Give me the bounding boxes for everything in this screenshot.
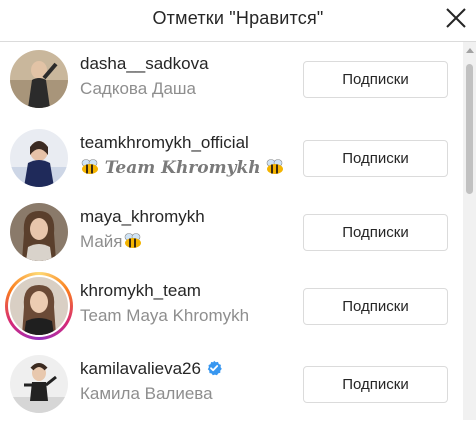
following-button[interactable]: Подписки <box>303 288 448 325</box>
full-name-text: Майя <box>80 232 123 251</box>
following-button[interactable]: Подписки <box>303 61 448 98</box>
bee-icon <box>267 159 284 174</box>
full-name: Майя <box>80 232 143 252</box>
scrollbar-thumb[interactable] <box>466 64 473 194</box>
full-name: Садкова Даша <box>80 79 197 98</box>
avatar[interactable] <box>10 277 68 335</box>
avatar[interactable] <box>10 50 68 108</box>
scroll-up-arrow-icon[interactable] <box>466 48 474 53</box>
list-item[interactable]: kamilavalieva26 Камила Валиева Подписки <box>0 347 462 421</box>
avatar[interactable] <box>10 129 68 187</box>
list-item[interactable]: dasha__sadkova Садкова Даша Подписки <box>0 42 462 116</box>
list-item[interactable]: teamkhromykh_official Team Khromykh Подп… <box>0 121 462 195</box>
username[interactable]: teamkhromykh_official <box>80 133 249 153</box>
full-name-text: Team Khromykh <box>104 158 261 178</box>
full-name: Team Maya Khromykh <box>80 306 250 325</box>
full-name: Камила Валиева <box>80 384 213 403</box>
likes-list: dasha__sadkova Садкова Даша Подписки tea… <box>0 42 462 420</box>
close-icon[interactable] <box>441 4 471 34</box>
username[interactable]: kamilavalieva26 <box>80 359 222 379</box>
scrollbar[interactable] <box>463 42 476 420</box>
username[interactable]: maya_khromykh <box>80 207 205 227</box>
avatar[interactable] <box>10 203 68 261</box>
following-button[interactable]: Подписки <box>303 140 448 177</box>
avatar[interactable] <box>10 355 68 413</box>
list-item[interactable]: maya_khromykh Майя Подписки <box>0 195 462 269</box>
bee-icon <box>124 233 141 248</box>
username[interactable]: khromykh_team <box>80 281 201 301</box>
following-button[interactable]: Подписки <box>303 366 448 403</box>
verified-badge-icon <box>207 360 222 376</box>
full-name: Team Khromykh <box>80 158 285 178</box>
following-button[interactable]: Подписки <box>303 214 448 251</box>
story-ring[interactable] <box>5 272 73 340</box>
bee-icon <box>81 159 98 174</box>
username-text[interactable]: kamilavalieva26 <box>80 359 201 378</box>
dialog-title: Отметки "Нравится" <box>152 8 324 28</box>
dialog-header: Отметки "Нравится" <box>0 0 476 42</box>
username[interactable]: dasha__sadkova <box>80 54 209 74</box>
list-item[interactable]: khromykh_team Team Maya Khromykh Подписк… <box>0 269 462 343</box>
